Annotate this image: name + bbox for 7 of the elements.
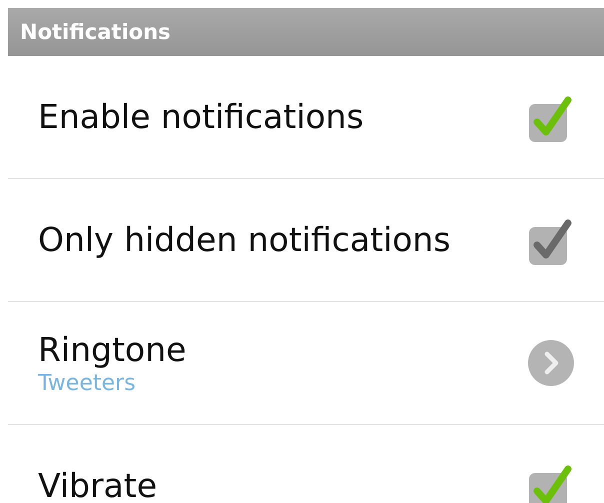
item-title: Vibrate — [38, 466, 158, 503]
section-header: Notifications — [8, 8, 604, 56]
chevron-icon[interactable] — [528, 340, 574, 386]
item-title: Enable notifications — [38, 97, 365, 137]
item-summary: Tweeters — [38, 371, 137, 396]
item-title: Ringtone — [38, 330, 188, 370]
item-title: Only hidden notifications — [38, 220, 452, 260]
